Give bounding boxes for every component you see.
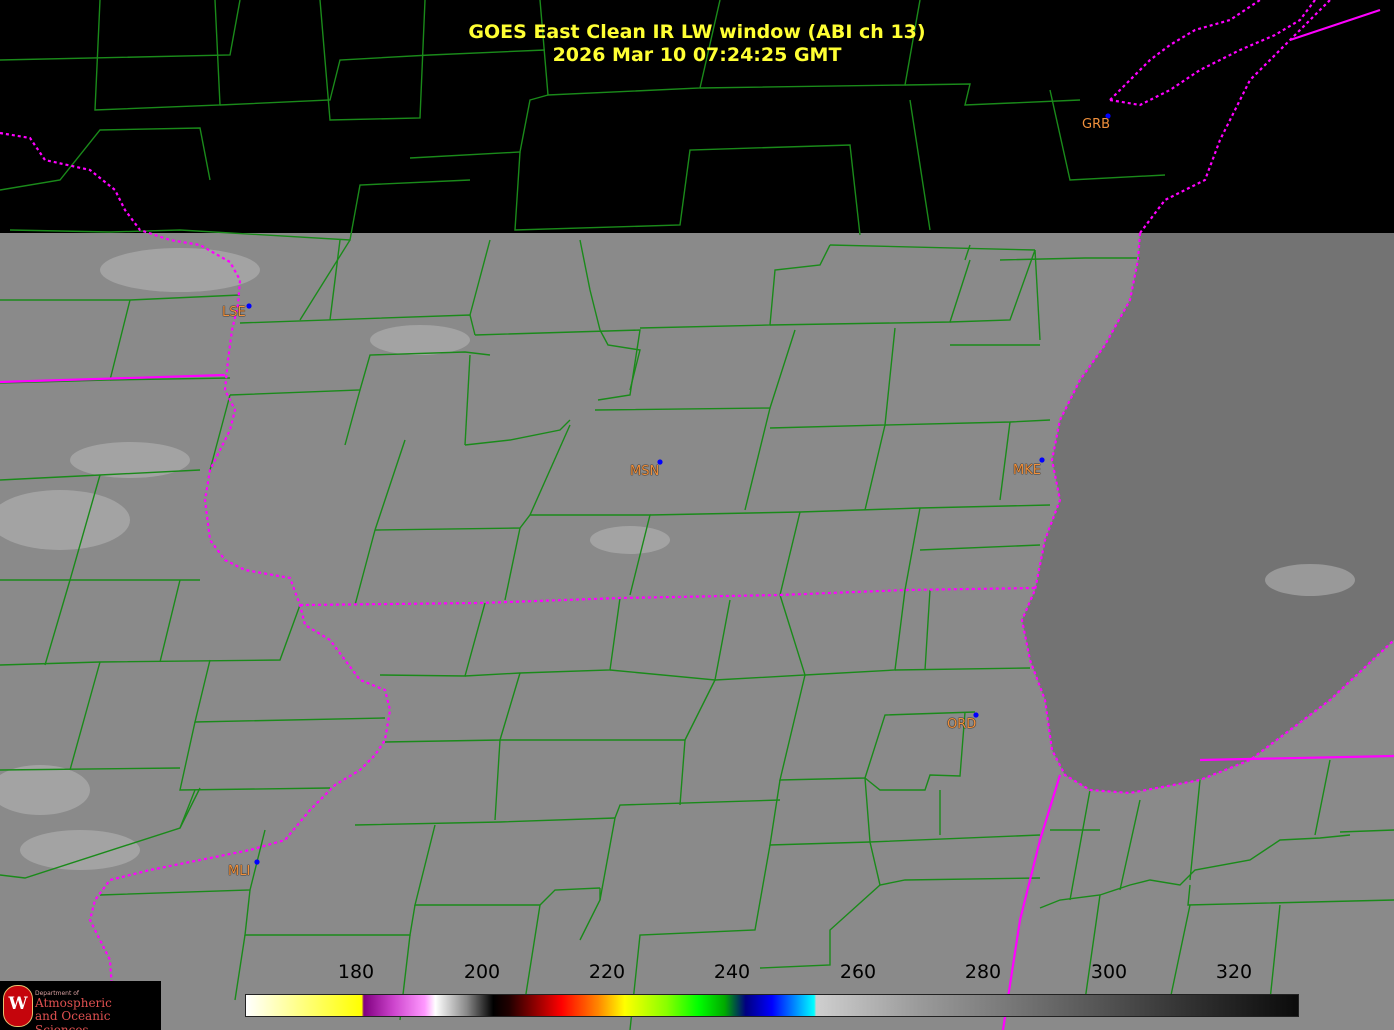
- colorbar-tick-260: 260: [839, 961, 877, 983]
- station-label-ord: ORD: [947, 717, 977, 732]
- logo-text-line1: Atmospheric: [35, 996, 112, 1010]
- station-label-mke: MKE: [1013, 463, 1041, 478]
- uw-crest-icon: W: [3, 985, 33, 1027]
- aos-logo: W Department of Atmospheric and Oceanic …: [0, 981, 161, 1030]
- colorbar-tick-180: 180: [337, 961, 375, 983]
- station-label-grb: GRB: [1082, 117, 1111, 132]
- colorbar-tick-240: 240: [713, 961, 751, 983]
- colorbar-tick-280: 280: [964, 961, 1002, 983]
- image-timestamp: 2026 Mar 10 07:24:25 GMT: [552, 44, 842, 66]
- image-title: GOES East Clean IR LW window (ABI ch 13): [468, 21, 926, 43]
- station-marker-mke: [1039, 457, 1045, 463]
- ir-map: [0, 0, 1394, 1030]
- station-label-msn: MSN: [630, 464, 660, 479]
- colorbar-tick-320: 320: [1215, 961, 1253, 983]
- station-label-mli: MLI: [228, 864, 251, 879]
- colorbar-tick-300: 300: [1090, 961, 1128, 983]
- temperature-colorbar: [245, 994, 1299, 1017]
- satellite-image-view: GOES East Clean IR LW window (ABI ch 13)…: [0, 0, 1394, 1030]
- station-marker-mli: [254, 859, 260, 865]
- station-label-lse: LSE: [222, 305, 246, 320]
- logo-text-line2: and Oceanic Sciences: [35, 1009, 111, 1030]
- station-marker-lse: [246, 303, 252, 309]
- colorbar-tick-200: 200: [463, 961, 501, 983]
- colorbar-tick-220: 220: [588, 961, 626, 983]
